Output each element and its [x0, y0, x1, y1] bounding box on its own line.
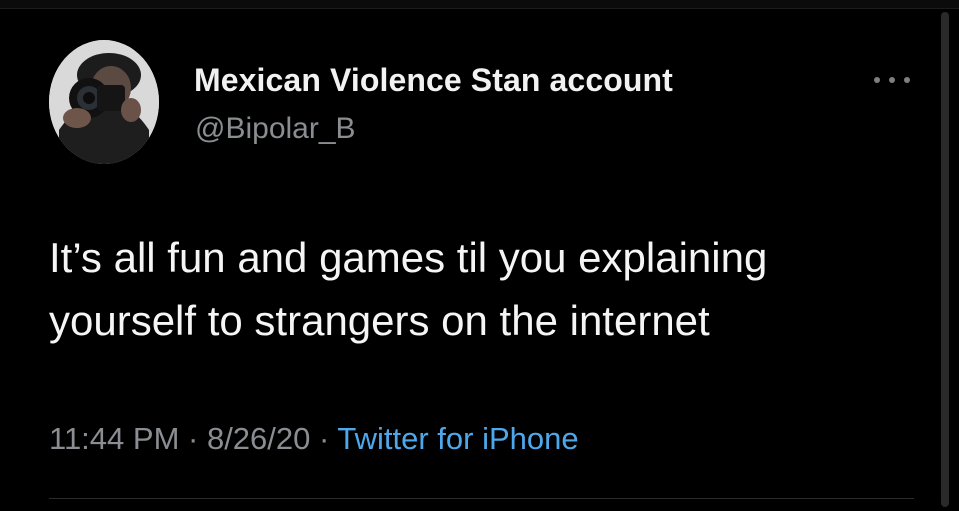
tweet-metadata: 11:44 PM · 8/26/20 · Twitter for iPhone [49, 421, 579, 457]
more-options-icon[interactable] [874, 70, 910, 90]
tweet-text: It’s all fun and games til you explainin… [49, 234, 768, 344]
dot [904, 77, 910, 83]
tweet-source-link[interactable]: Twitter for iPhone [337, 421, 578, 456]
dot [874, 77, 880, 83]
display-name[interactable]: Mexican Violence Stan account [194, 62, 673, 99]
avatar[interactable] [49, 40, 159, 164]
meta-separator: · [179, 421, 207, 456]
top-border [0, 0, 959, 9]
profile-photo-icon [49, 40, 159, 164]
user-handle[interactable]: @Bipolar_B [195, 112, 356, 146]
tweet-card: Mexican Violence Stan account @Bipolar_B… [0, 0, 959, 511]
divider [49, 498, 914, 499]
meta-separator: · [310, 421, 338, 456]
scrollbar[interactable] [941, 12, 949, 507]
tweet-date[interactable]: 8/26/20 [207, 421, 310, 456]
dot [889, 77, 895, 83]
tweet-time[interactable]: 11:44 PM [49, 421, 179, 456]
